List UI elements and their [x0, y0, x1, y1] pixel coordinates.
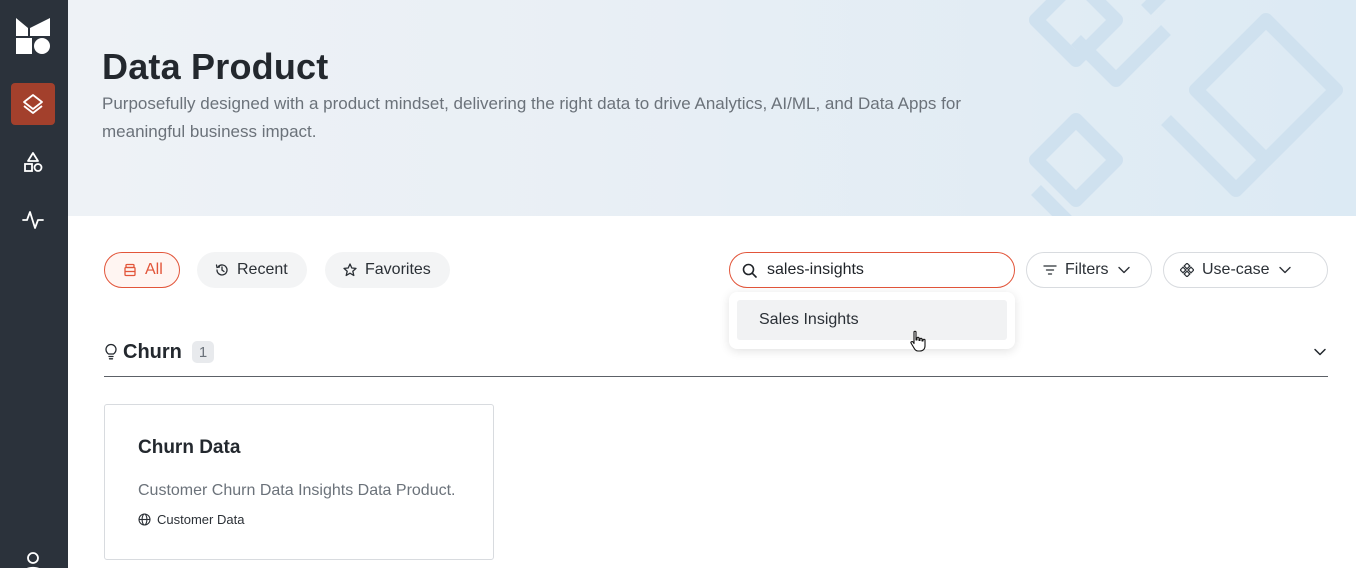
bucket-icon [124, 263, 136, 277]
card-tag-label: Customer Data [157, 512, 245, 527]
suggestion-item[interactable]: Sales Insights [737, 300, 1007, 340]
tab-all[interactable]: All [104, 252, 180, 288]
section-title: Churn [123, 341, 182, 363]
lightbulb-icon [105, 343, 117, 360]
filters-button[interactable]: Filters [1026, 252, 1152, 288]
sidebar-item-data-products[interactable] [11, 83, 55, 125]
search-icon [742, 263, 757, 278]
tab-label: Favorites [365, 261, 431, 278]
search-suggestions: Sales Insights [729, 292, 1015, 349]
chevron-down-icon[interactable] [1312, 344, 1328, 360]
history-icon [215, 264, 228, 276]
layers-icon [23, 94, 43, 114]
tab-favorites[interactable]: Favorites [325, 252, 450, 288]
tab-label: Recent [237, 261, 288, 278]
filters-label: Filters [1065, 261, 1109, 278]
sidebar-item-profile[interactable] [11, 540, 55, 568]
shapes-icon [24, 152, 43, 172]
chevron-down-icon [1117, 266, 1130, 274]
tab-recent[interactable]: Recent [197, 252, 307, 288]
usecase-label: Use-case [1202, 261, 1270, 278]
search-input[interactable] [767, 261, 1007, 279]
search-box[interactable] [729, 252, 1015, 288]
filter-icon [1043, 265, 1057, 275]
card-tag: Customer Data [138, 512, 244, 527]
decorative-pattern [1029, 0, 1343, 216]
page-title: Data Product [102, 46, 329, 87]
page-description: Purposefully designed with a product min… [102, 94, 961, 141]
star-icon [343, 263, 357, 277]
user-icon [27, 552, 39, 568]
data-product-card[interactable]: Churn Data Customer Churn Data Insights … [104, 404, 494, 560]
sidebar-item-activity[interactable] [11, 199, 55, 241]
card-description: Customer Churn Data Insights Data Produc… [138, 482, 456, 499]
tab-label: All [145, 261, 163, 278]
globe-icon [138, 513, 151, 526]
section-count-badge: 1 [192, 341, 214, 363]
hand-cursor-icon [910, 330, 926, 352]
app-logo-icon[interactable] [14, 16, 54, 56]
hero-banner: Data Product Purposefully designed with … [68, 0, 1356, 216]
usecase-button[interactable]: Use-case [1163, 252, 1328, 288]
chevron-down-icon [1278, 266, 1291, 274]
usecase-icon [1180, 263, 1194, 277]
activity-icon [22, 211, 44, 229]
sidebar [0, 0, 68, 568]
sidebar-item-shapes[interactable] [11, 141, 55, 183]
section-header: Churn 1 [104, 338, 1328, 377]
card-title: Churn Data [138, 437, 241, 458]
